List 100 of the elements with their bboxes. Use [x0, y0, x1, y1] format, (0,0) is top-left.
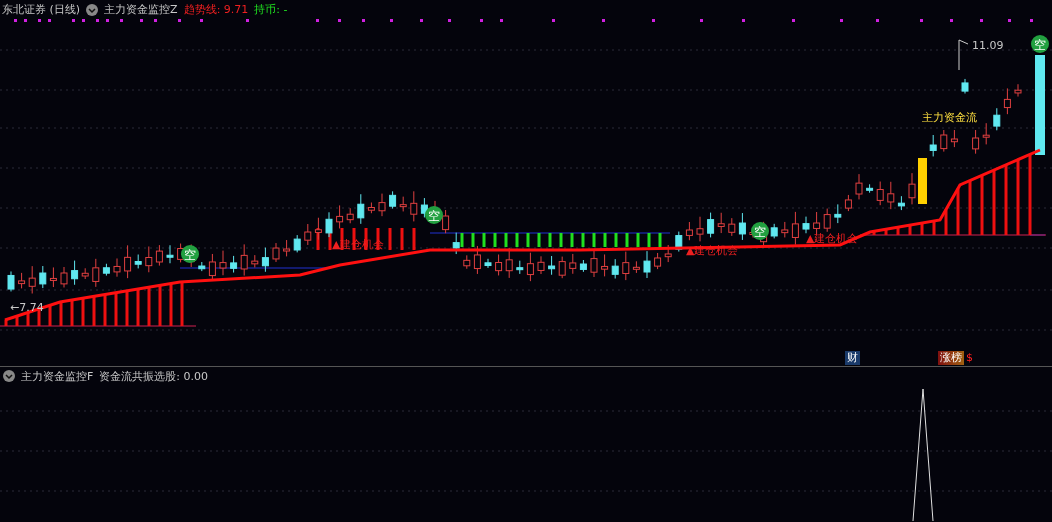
candlestick [972, 129, 980, 155]
candlestick [325, 211, 333, 238]
candlestick [929, 134, 937, 157]
hold-value: 持币: - [254, 2, 288, 17]
candlestick [940, 129, 948, 153]
indicator-name: 主力资金监控Z [104, 2, 178, 17]
candlestick [738, 212, 746, 241]
candlestick [283, 239, 291, 257]
candlestick [622, 251, 630, 281]
candlestick [866, 183, 874, 194]
candlestick [696, 216, 704, 242]
collapse-icon[interactable] [3, 370, 15, 382]
candlestick [240, 243, 248, 277]
candlestick [378, 193, 386, 217]
candlestick [855, 173, 863, 200]
candlestick [261, 247, 269, 273]
candlestick [908, 172, 916, 205]
candlestick [1014, 83, 1022, 98]
candlestick [71, 260, 79, 286]
flag-icon [958, 39, 969, 71]
candlestick [897, 195, 905, 211]
tag-badge[interactable]: 涨榜 [938, 351, 964, 365]
candlestick [39, 265, 47, 289]
candlestick [791, 211, 799, 246]
candlestick [675, 231, 683, 253]
candlestick [558, 256, 566, 279]
candlestick [579, 259, 587, 273]
candlestick [950, 129, 958, 148]
candlestick [717, 212, 725, 234]
candlestick [982, 122, 990, 145]
candlestick [272, 242, 280, 263]
candlestick [7, 270, 15, 292]
candlestick [473, 245, 481, 275]
candlestick [685, 221, 693, 241]
trend-value: 趋势线: 9.71 [183, 2, 249, 17]
candlestick [251, 254, 259, 268]
candlestick [537, 255, 545, 275]
candlestick [728, 217, 736, 237]
candlestick [526, 252, 534, 282]
marker-badge: 空 [181, 245, 199, 263]
marker-badge: 空 [425, 206, 443, 224]
candlestick [643, 250, 651, 279]
marker-badge: 空 [1031, 35, 1049, 53]
candlestick [654, 252, 662, 270]
candlestick [81, 267, 89, 280]
candlestick [707, 212, 715, 238]
candlestick [611, 258, 619, 279]
candlestick [367, 202, 375, 214]
candlestick [781, 221, 789, 238]
collapse-icon[interactable] [86, 3, 99, 16]
candlestick [961, 78, 969, 94]
candlestick [463, 254, 471, 270]
candlestick [92, 258, 100, 288]
candlestick [548, 255, 556, 276]
candlestick [219, 250, 227, 276]
candlestick [60, 266, 68, 288]
candlestick [442, 209, 450, 234]
flow-label: 主力资金流 [922, 111, 977, 124]
marker-badge: 空 [751, 222, 769, 240]
candlestick [484, 258, 492, 269]
candlestick [844, 194, 852, 212]
candlestick [823, 208, 831, 233]
candlestick [887, 181, 895, 210]
candlestick [155, 244, 163, 267]
candlestick [124, 244, 132, 279]
tag-badge[interactable]: 财 [845, 351, 860, 365]
high-price-label: 11.09 [972, 39, 1004, 52]
candlestick [28, 265, 36, 294]
low-price-label: ←7.74 [10, 301, 44, 314]
candlestick [18, 272, 26, 289]
signal-label: ▲建仓机会 [806, 232, 859, 245]
candlestick [495, 254, 503, 276]
candlestick [452, 232, 460, 255]
candlestick [304, 223, 312, 246]
candlestick [49, 266, 57, 288]
candlestick [420, 197, 428, 218]
candlestick [336, 204, 344, 229]
candlestick [346, 207, 354, 224]
candlestick [102, 263, 110, 277]
candlestick [166, 244, 174, 264]
candlestick [399, 196, 407, 212]
highlight-candlestick [918, 158, 927, 204]
candlestick [208, 253, 216, 281]
candlestick [632, 260, 640, 274]
candlestick [664, 244, 672, 263]
candlestick [145, 246, 153, 273]
candlestick [993, 107, 1001, 131]
candlestick [590, 250, 598, 278]
indicator-name: 主力资金监控F [21, 368, 94, 384]
candlestick [410, 190, 418, 222]
candlestick [1003, 87, 1011, 115]
stock-title: 东北证券 (日线) [2, 2, 81, 17]
candlestick [876, 181, 884, 206]
candlestick [505, 247, 513, 279]
candlestick [314, 217, 322, 241]
candlestick [601, 253, 609, 277]
tag-badge[interactable]: $ [964, 351, 975, 365]
candlestick [569, 253, 577, 275]
indicator-value: 资金流共振选股: 0.00 [99, 368, 209, 384]
candlestick [357, 193, 365, 225]
